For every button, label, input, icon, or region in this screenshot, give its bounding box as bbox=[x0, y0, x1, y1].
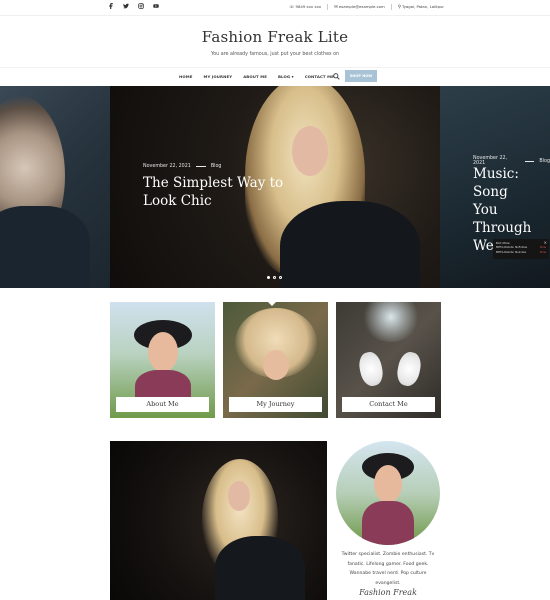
bio-line: Wannabe travel nerd. Pop culture bbox=[349, 571, 427, 576]
slide-image bbox=[0, 206, 90, 288]
seo-overlay-popup: × Bird Xtlow META-Robots: NoFollow Dow M… bbox=[493, 239, 549, 259]
contact-me-card[interactable]: Contact Me bbox=[336, 302, 441, 418]
phone-text: 9849 xxx xxx bbox=[295, 4, 322, 9]
envelope-icon: ✉ bbox=[334, 5, 338, 10]
slide-category[interactable]: Blog bbox=[211, 164, 222, 169]
card-image bbox=[361, 302, 421, 342]
slider-dot[interactable] bbox=[267, 276, 270, 279]
divider bbox=[327, 4, 329, 10]
twitter-icon[interactable] bbox=[123, 3, 129, 9]
card-image bbox=[148, 332, 178, 372]
bio-line: fanatic. Lifelong gamer. Food geek. bbox=[347, 561, 429, 567]
social-links bbox=[108, 3, 159, 9]
divider bbox=[390, 4, 392, 10]
my-journey-card[interactable]: My Journey bbox=[223, 302, 328, 418]
slide-title-line: Music: Song bbox=[473, 166, 519, 200]
feature-image bbox=[228, 481, 250, 511]
feature-image bbox=[215, 536, 305, 600]
slide-date[interactable]: November 22, 2021 bbox=[143, 164, 191, 169]
avatar-image bbox=[362, 501, 414, 545]
slide-image bbox=[280, 201, 420, 288]
search-icon[interactable] bbox=[333, 73, 340, 80]
slider-dot[interactable] bbox=[279, 276, 282, 279]
slide-image bbox=[292, 126, 328, 176]
site-tagline: You are already famous, just put your be… bbox=[210, 52, 340, 57]
nav-item-blog[interactable]: BLOG ▾ bbox=[278, 74, 294, 79]
location-text: Tyagal, Patan, Lalitpur bbox=[401, 4, 444, 9]
popup-row-label: META-Robots: Noindex bbox=[496, 250, 527, 254]
contact-info: ☏9849 xxx xxx ✉example@example.com ⚲Tyag… bbox=[289, 4, 444, 10]
card-image bbox=[394, 350, 424, 388]
nav-item-my-journey[interactable]: MY JOURNEY bbox=[204, 74, 233, 79]
card-image bbox=[263, 350, 289, 380]
author-bio: Twitter specialist. Zombie enthusiast. T… bbox=[336, 550, 440, 588]
card-image bbox=[356, 350, 386, 388]
instagram-icon[interactable] bbox=[138, 3, 144, 9]
nav-item-contact-me[interactable]: CONTACT ME bbox=[305, 74, 334, 79]
slider-pagination bbox=[267, 276, 282, 279]
location-item: ⚲Tyagal, Patan, Lalitpur bbox=[398, 4, 444, 10]
bio-line: evangelist. bbox=[375, 580, 401, 586]
site-branding: Fashion Freak Lite You are already famou… bbox=[0, 28, 550, 57]
popup-row: META-Robots: Noindex Dow bbox=[496, 250, 546, 255]
close-icon[interactable]: × bbox=[544, 240, 547, 245]
nav-menu: HOME MY JOURNEY ABOUT ME BLOG ▾ CONTACT … bbox=[179, 74, 334, 79]
meta-divider bbox=[524, 160, 535, 162]
slide-title-line: Look Chic bbox=[143, 193, 212, 209]
top-bar: ☏9849 xxx xxx ✉example@example.com ⚲Tyag… bbox=[0, 0, 550, 16]
phone-item[interactable]: ☏9849 xxx xxx bbox=[289, 4, 321, 10]
bio-line: Twitter specialist. Zombie enthusiast. T… bbox=[341, 552, 435, 557]
previous-slide[interactable] bbox=[0, 86, 110, 288]
slide-title-line: The Simplest Way to bbox=[143, 175, 284, 191]
meta-divider bbox=[195, 166, 206, 167]
phone-icon: ☏ bbox=[288, 5, 295, 10]
card-label[interactable]: Contact Me bbox=[342, 397, 435, 412]
map-pin-icon: ⚲ bbox=[397, 5, 401, 10]
shop-now-button[interactable]: SHOP NOW bbox=[345, 70, 377, 82]
author-avatar bbox=[336, 441, 440, 545]
slide-title-line: You Through bbox=[473, 202, 532, 236]
nav-item-about-me[interactable]: ABOUT ME bbox=[243, 74, 267, 79]
youtube-icon[interactable] bbox=[153, 3, 159, 9]
nav-item-home[interactable]: HOME bbox=[179, 74, 193, 79]
slide-category[interactable]: Blog bbox=[539, 159, 550, 164]
email-item[interactable]: ✉example@example.com bbox=[334, 4, 385, 10]
card-label[interactable]: My Journey bbox=[229, 397, 322, 412]
facebook-icon[interactable] bbox=[108, 3, 114, 9]
card-notch bbox=[267, 302, 277, 306]
author-signature: Fashion Freak bbox=[359, 588, 417, 597]
slide-title[interactable]: The Simplest Way to Look Chic bbox=[143, 174, 283, 210]
featured-post-image[interactable] bbox=[110, 441, 327, 600]
site-title[interactable]: Fashion Freak Lite bbox=[0, 28, 550, 46]
email-text: example@example.com bbox=[338, 4, 385, 9]
slider-dot[interactable] bbox=[273, 276, 276, 279]
popup-row-value: Dow bbox=[540, 250, 546, 254]
avatar-image bbox=[374, 465, 402, 503]
main-navigation: HOME MY JOURNEY ABOUT ME BLOG ▾ CONTACT … bbox=[0, 67, 550, 86]
card-label[interactable]: About Me bbox=[116, 397, 209, 412]
slide-meta: November 22, 2021 Blog bbox=[143, 164, 221, 169]
about-me-card[interactable]: About Me bbox=[110, 302, 215, 418]
